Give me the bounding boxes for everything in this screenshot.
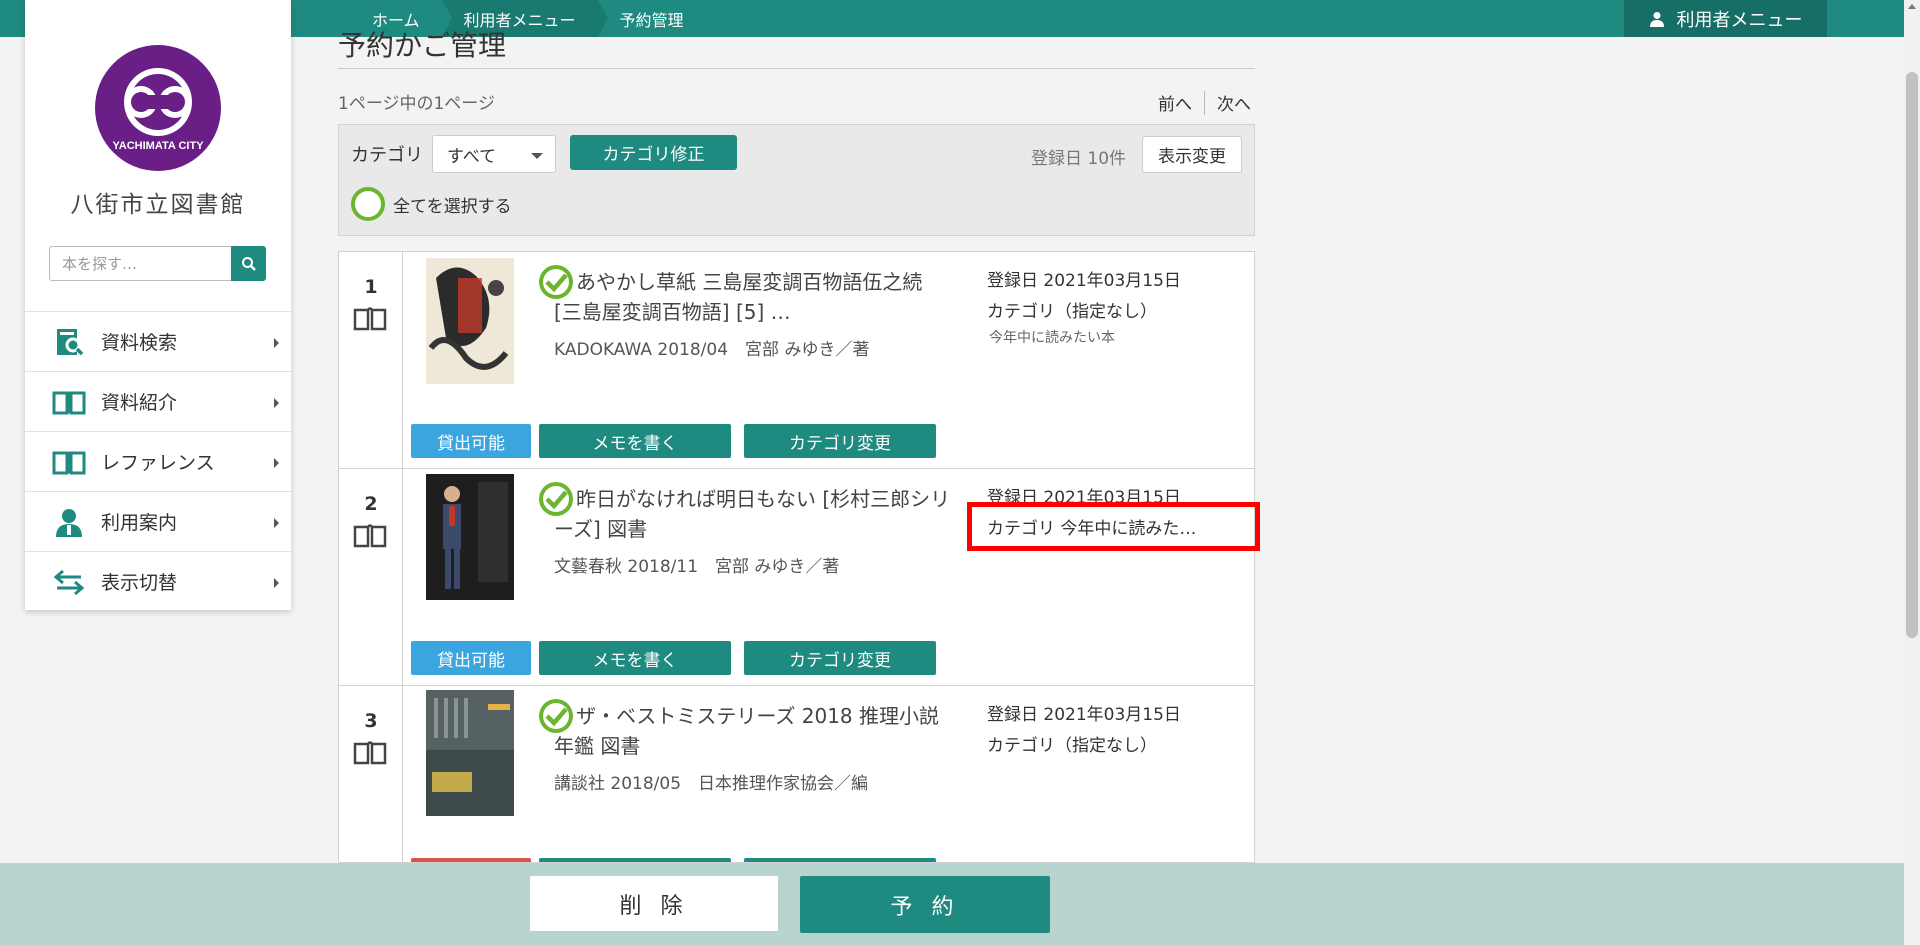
item-number: 1 [364, 276, 378, 298]
book-publisher: 講談社 2018/05 日本推理作家協会／編 [554, 774, 869, 794]
person-icon [49, 506, 89, 538]
person-icon [1649, 11, 1664, 27]
bottom-action-bar: 削 除 予 約 [0, 863, 1904, 945]
sidebar-item-display-toggle[interactable]: 表示切替 [25, 551, 291, 611]
item-memo: 今年中に読みたい本 [989, 330, 1115, 346]
item-number-column: 1 [339, 252, 403, 468]
select-all-toggle[interactable]: 全てを選択する [351, 187, 512, 221]
list-item: 1 あやかし草紙 三島屋変調百物語伍之続 [三島屋変調百物語] [5] … KA… [339, 252, 1254, 469]
open-book-icon [49, 386, 89, 418]
book-icon[interactable] [353, 740, 387, 766]
chevron-right-icon [274, 458, 279, 468]
title-divider [338, 68, 1255, 69]
book-cover-image[interactable] [426, 690, 514, 816]
reservation-list: 1 あやかし草紙 三島屋変調百物語伍之続 [三島屋変調百物語] [5] … KA… [338, 251, 1255, 863]
book-publisher: KADOKAWA 2018/04 宮部 みゆき／著 [554, 340, 870, 360]
write-memo-button[interactable]: メモを書く [539, 641, 731, 675]
chevron-right-icon [274, 518, 279, 528]
category-fix-button[interactable]: カテゴリ修正 [570, 135, 737, 170]
registered-date: 登録日 2021年03月15日 [987, 705, 1181, 725]
chevron-right-icon [274, 578, 279, 588]
breadcrumb-reservation: 予約管理 [597, 0, 706, 37]
book-title-link[interactable]: 昨日がなければ明日もない [杉村三郎シリーズ] 図書 [554, 484, 954, 544]
pager-divider [1204, 90, 1205, 115]
open-book-icon [49, 446, 89, 478]
pager: 前へ 次へ [1158, 90, 1251, 115]
book-cover-image[interactable] [426, 474, 514, 600]
filter-panel: カテゴリ すべて カテゴリ修正 登録日 10件 表示変更 全てを選択する [338, 124, 1255, 236]
sidebar-item-introduction[interactable]: 資料紹介 [25, 371, 291, 431]
book-cover-image[interactable] [426, 258, 514, 384]
list-item: 3 ザ・ベストミステリーズ 2018 推理小説年鑑 図書 講談社 2018/05… [339, 686, 1254, 862]
change-category-button[interactable]: カテゴリ変更 [744, 424, 936, 458]
item-category: カテゴリ（指定なし） [987, 302, 1157, 322]
scroll-up-arrow[interactable] [1908, 4, 1916, 9]
book-publisher: 文藝春秋 2018/11 宮部 みゆき／著 [554, 557, 840, 577]
prev-page-link[interactable]: 前へ [1158, 90, 1192, 115]
item-category: カテゴリ（指定なし） [987, 736, 1157, 756]
item-number-column: 3 [339, 686, 403, 862]
book-icon[interactable] [353, 523, 387, 549]
sidebar: YACHIMATA CITY 八街市立図書館 本を探す… 資料検索 資料紹介 レ… [25, 0, 291, 610]
next-page-link[interactable]: 次へ [1217, 90, 1251, 115]
sidebar-nav: 資料検索 資料紹介 レファレンス 利用案内 表示切替 [25, 311, 291, 611]
availability-badge: 貸出可能 [411, 424, 531, 458]
search-icon [241, 256, 256, 271]
scrollbar-thumb[interactable] [1906, 72, 1918, 638]
category-select[interactable]: すべて [432, 135, 556, 173]
display-change-button[interactable]: 表示変更 [1142, 136, 1242, 173]
sidebar-item-catalog-search[interactable]: 資料検索 [25, 311, 291, 371]
user-menu-button[interactable]: 利用者メニュー [1624, 0, 1827, 37]
book-title-link[interactable]: あやかし草紙 三島屋変調百物語伍之続 [三島屋変調百物語] [5] … [554, 267, 954, 327]
select-all-radio[interactable] [351, 187, 385, 221]
item-number-column: 2 [339, 469, 403, 685]
item-number: 2 [364, 493, 378, 515]
chevron-right-icon [274, 398, 279, 408]
library-name: 八街市立図書館 [70, 192, 246, 218]
page-count: 1ページ中の1ページ [338, 94, 495, 114]
chevron-right-icon [274, 338, 279, 348]
write-memo-button[interactable]: メモを書く [539, 424, 731, 458]
chevron-down-icon [531, 153, 543, 159]
category-label: カテゴリ [351, 145, 423, 166]
sort-label: 登録日 10件 [1031, 149, 1127, 169]
book-icon[interactable] [353, 306, 387, 332]
book-title-link[interactable]: ザ・ベストミステリーズ 2018 推理小説年鑑 図書 [554, 701, 954, 761]
sidebar-item-guide[interactable]: 利用案内 [25, 491, 291, 551]
highlight-box [967, 502, 1260, 551]
page-title: 予約かご管理 [338, 29, 507, 62]
delete-button[interactable]: 削 除 [530, 876, 778, 931]
search-input[interactable]: 本を探す… [49, 246, 231, 281]
registered-date: 登録日 2021年03月15日 [987, 271, 1181, 291]
swap-arrows-icon [49, 566, 89, 598]
catalog-search-icon [49, 326, 89, 358]
city-logo[interactable]: YACHIMATA CITY [95, 45, 221, 171]
svg-text:YACHIMATA CITY: YACHIMATA CITY [112, 140, 204, 152]
search-button[interactable] [231, 246, 266, 281]
sidebar-item-reference[interactable]: レファレンス [25, 431, 291, 491]
item-number: 3 [364, 710, 378, 732]
reserve-button[interactable]: 予 約 [800, 876, 1050, 933]
change-category-button[interactable]: カテゴリ変更 [744, 641, 936, 675]
availability-badge: 貸出可能 [411, 641, 531, 675]
